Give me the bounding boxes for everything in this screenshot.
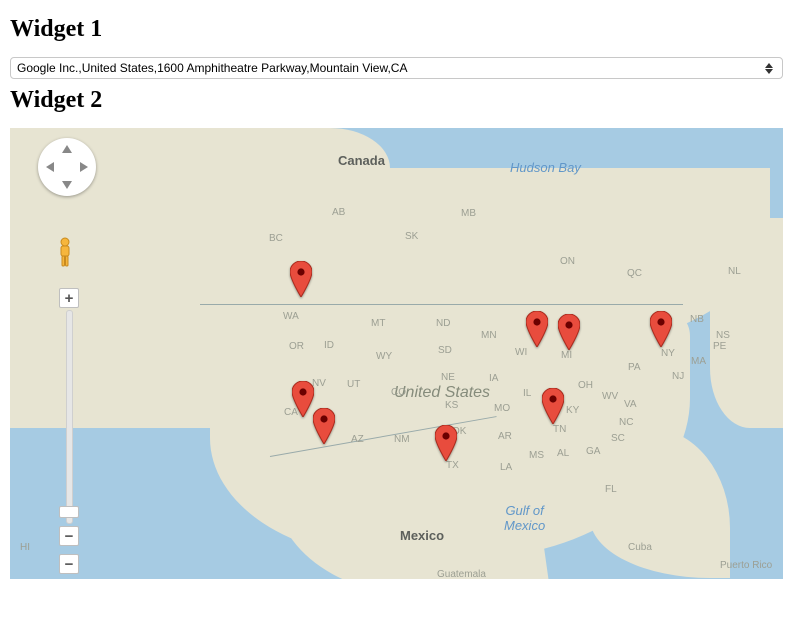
marker-madison-wi[interactable] — [526, 311, 548, 347]
location-select[interactable]: Google Inc.,United States,1600 Amphithea… — [10, 57, 783, 79]
pan-up-icon[interactable] — [62, 145, 72, 153]
location-select-wrap: Google Inc.,United States,1600 Amphithea… — [10, 57, 783, 79]
zoom-out-button[interactable]: − — [59, 526, 79, 546]
zoom-track — [66, 310, 73, 524]
widget2-title: Widget 2 — [10, 87, 785, 114]
marker-kirkland-wa[interactable] — [290, 261, 312, 297]
pan-left-icon[interactable] — [46, 162, 54, 172]
pan-right-icon[interactable] — [80, 162, 88, 172]
street-view-zoom-out-button[interactable]: − — [59, 554, 79, 574]
zoom-slider-handle[interactable] — [59, 506, 79, 518]
border-line — [200, 304, 683, 305]
marker-mountain-view-ca[interactable] — [292, 381, 314, 417]
state-label: MA — [691, 356, 706, 367]
marker-irvine-ca[interactable] — [313, 408, 335, 444]
widget1-title: Widget 1 — [10, 16, 785, 43]
pan-control — [38, 138, 96, 196]
landmass-shape — [710, 218, 783, 428]
pegman-icon[interactable] — [53, 236, 77, 270]
map-canvas[interactable]: Canada United States Mexico Hudson Bay G… — [10, 128, 783, 579]
marker-nashville-tn[interactable] — [542, 388, 564, 424]
marker-ann-arbor-mi[interactable] — [558, 314, 580, 350]
pan-down-icon[interactable] — [62, 181, 72, 189]
zoom-control: + − — [59, 288, 79, 546]
marker-austin-tx[interactable] — [435, 425, 457, 461]
label-hi: HI — [20, 542, 30, 553]
marker-new-york-ny[interactable] — [650, 311, 672, 347]
zoom-in-button[interactable]: + — [59, 288, 79, 308]
landmass-shape — [590, 428, 730, 578]
